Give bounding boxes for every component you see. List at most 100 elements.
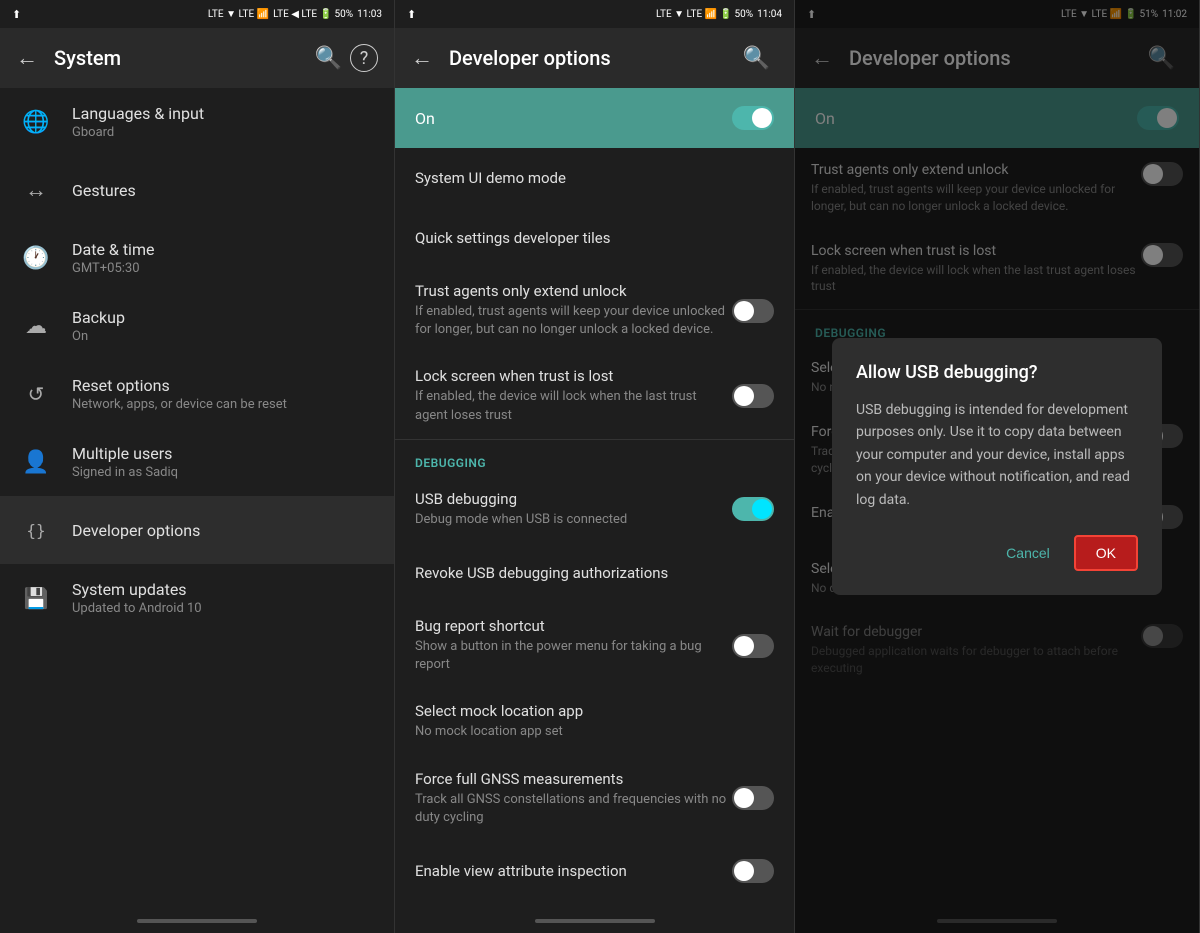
- battery-left: LTE ◀ LTE 🔋 50%: [273, 9, 353, 20]
- search-icon-left[interactable]: 🔍: [307, 38, 350, 79]
- section-header-debugging: DEBUGGING: [395, 440, 794, 476]
- settings-label-bug-report: Bug report shortcut: [415, 617, 732, 635]
- nav-label-gestures: Gestures: [72, 181, 136, 200]
- backup-icon: ☁: [16, 306, 56, 346]
- home-indicator-mid: [395, 909, 794, 933]
- network-icons-left: LTE ▼ LTE 📶: [208, 9, 269, 20]
- nav-item-languages[interactable]: 🌐 Languages & input Gboard: [0, 88, 394, 156]
- nav-item-datetime[interactable]: 🕐 Date & time GMT+05:30: [0, 224, 394, 292]
- settings-label-lockscreen: Lock screen when trust is lost: [415, 367, 732, 385]
- right-panel: ⬆ LTE ▼ LTE 📶 🔋 51% 11:02 ← Developer op…: [795, 0, 1200, 933]
- back-button-left[interactable]: ←: [16, 45, 38, 71]
- settings-item-revoke-usb[interactable]: Revoke USB debugging authorizations: [395, 543, 794, 603]
- settings-sublabel-usb-debug: Debug mode when USB is connected: [415, 511, 732, 529]
- nav-list: 🌐 Languages & input Gboard ↔ Gestures 🕐 …: [0, 88, 394, 909]
- clock-icon: 🕐: [16, 238, 56, 278]
- home-indicator-left: [0, 909, 394, 933]
- settings-item-view-attr[interactable]: Enable view attribute inspection: [395, 841, 794, 901]
- time-mid: 11:04: [757, 9, 782, 20]
- developer-toggle[interactable]: [732, 106, 774, 130]
- toggle-gnss[interactable]: [732, 786, 774, 810]
- help-icon-left[interactable]: ?: [350, 44, 378, 72]
- nav-label-updates: System updates: [72, 580, 202, 599]
- nav-sublabel-updates: Updated to Android 10: [72, 601, 202, 616]
- settings-sublabel-trust-extend: If enabled, trust agents will keep your …: [415, 303, 732, 339]
- settings-item-gnss[interactable]: Force full GNSS measurements Track all G…: [395, 756, 794, 841]
- nav-label-developer: Developer options: [72, 521, 200, 540]
- settings-item-lockscreen[interactable]: Lock screen when trust is lost If enable…: [395, 353, 794, 438]
- status-bar-mid: ⬆ LTE ▼ LTE 📶 🔋 50% 11:04: [395, 0, 794, 28]
- settings-sublabel-mock-location: No mock location app set: [415, 723, 774, 741]
- nav-sublabel-backup: On: [72, 329, 125, 344]
- gestures-icon: ↔: [16, 170, 56, 210]
- back-button-mid[interactable]: ←: [411, 45, 433, 71]
- toggle-usb-debug[interactable]: [732, 497, 774, 521]
- status-mid-icon: ⬆: [407, 8, 416, 21]
- middle-settings-list: System UI demo mode Quick settings devel…: [395, 148, 794, 909]
- globe-icon: 🌐: [16, 102, 56, 142]
- nav-sublabel-languages: Gboard: [72, 125, 204, 140]
- nav-item-multiuser[interactable]: 👤 Multiple users Signed in as Sadiq: [0, 428, 394, 496]
- settings-item-bug-report[interactable]: Bug report shortcut Show a button in the…: [395, 603, 794, 688]
- settings-item-usb-debug[interactable]: USB debugging Debug mode when USB is con…: [395, 476, 794, 543]
- toggle-trust-extend[interactable]: [732, 299, 774, 323]
- dialog-cancel-button[interactable]: Cancel: [990, 535, 1066, 571]
- settings-item-mock-location[interactable]: Select mock location app No mock locatio…: [395, 688, 794, 755]
- toolbar-left: ← System 🔍 ?: [0, 28, 394, 88]
- settings-item-trust-extend[interactable]: Trust agents only extend unlock If enabl…: [395, 268, 794, 353]
- nav-item-reset[interactable]: ↺ Reset options Network, apps, or device…: [0, 360, 394, 428]
- developer-on-label: On: [415, 109, 732, 128]
- usb-debug-dialog: Allow USB debugging? USB debugging is in…: [832, 338, 1162, 595]
- nav-item-updates[interactable]: 💾 System updates Updated to Android 10: [0, 564, 394, 632]
- nav-label-reset: Reset options: [72, 376, 287, 395]
- toggle-lockscreen[interactable]: [732, 384, 774, 408]
- toolbar-mid: ← Developer options 🔍: [395, 28, 794, 88]
- settings-label-revoke-usb: Revoke USB debugging authorizations: [415, 564, 774, 582]
- toggle-bug-report[interactable]: [732, 634, 774, 658]
- nav-label-multiuser: Multiple users: [72, 444, 178, 463]
- settings-sublabel-lockscreen: If enabled, the device will lock when th…: [415, 388, 732, 424]
- nav-label-backup: Backup: [72, 308, 125, 327]
- nav-label-datetime: Date & time: [72, 240, 154, 259]
- toggle-thumb: [752, 108, 772, 128]
- nav-label-languages: Languages & input: [72, 104, 204, 123]
- reset-icon: ↺: [16, 374, 56, 414]
- home-bar-mid: [535, 919, 655, 923]
- status-bar-left: ⬆ LTE ▼ LTE 📶 LTE ◀ LTE 🔋 50% 11:03: [0, 0, 394, 28]
- dialog-buttons: Cancel OK: [856, 535, 1138, 571]
- settings-label-uidemo: System UI demo mode: [415, 169, 774, 187]
- dialog-body: USB debugging is intended for developmen…: [856, 399, 1138, 511]
- nav-sublabel-reset: Network, apps, or device can be reset: [72, 397, 287, 412]
- settings-sublabel-gnss: Track all GNSS constellations and freque…: [415, 791, 732, 827]
- status-icons-left: LTE ▼ LTE 📶 LTE ◀ LTE 🔋 50% 11:03: [208, 9, 382, 20]
- settings-label-view-attr: Enable view attribute inspection: [415, 862, 732, 880]
- network-icons-mid: LTE ▼ LTE 📶 🔋 50%: [656, 9, 753, 20]
- settings-label-gnss: Force full GNSS measurements: [415, 770, 732, 788]
- settings-label-trust-extend: Trust agents only extend unlock: [415, 282, 732, 300]
- status-left-icon: ⬆: [12, 8, 21, 21]
- settings-item-uidemo[interactable]: System UI demo mode: [395, 148, 794, 208]
- nav-sublabel-datetime: GMT+05:30: [72, 261, 154, 276]
- left-panel: ⬆ LTE ▼ LTE 📶 LTE ◀ LTE 🔋 50% 11:03 ← Sy…: [0, 0, 395, 933]
- settings-label-usb-debug: USB debugging: [415, 490, 732, 508]
- nav-sublabel-multiuser: Signed in as Sadiq: [72, 465, 178, 480]
- middle-panel: ⬆ LTE ▼ LTE 📶 🔋 50% 11:04 ← Developer op…: [395, 0, 795, 933]
- nav-item-gestures[interactable]: ↔ Gestures: [0, 156, 394, 224]
- nav-item-backup[interactable]: ☁ Backup On: [0, 292, 394, 360]
- time-left: 11:03: [357, 9, 382, 20]
- settings-sublabel-bug-report: Show a button in the power menu for taki…: [415, 638, 732, 674]
- dialog-ok-button[interactable]: OK: [1074, 535, 1138, 571]
- developer-on-bar: On: [395, 88, 794, 148]
- status-icons-mid: LTE ▼ LTE 📶 🔋 50% 11:04: [656, 9, 782, 20]
- nav-item-developer[interactable]: {} Developer options: [0, 496, 394, 564]
- updates-icon: 💾: [16, 578, 56, 618]
- developer-icon: {}: [16, 510, 56, 550]
- home-bar-left: [137, 919, 257, 923]
- page-title-mid: Developer options: [449, 46, 735, 70]
- settings-item-qstiles[interactable]: Quick settings developer tiles: [395, 208, 794, 268]
- dialog-title: Allow USB debugging?: [856, 362, 1138, 383]
- users-icon: 👤: [16, 442, 56, 482]
- search-icon-mid[interactable]: 🔍: [735, 38, 778, 79]
- settings-label-mock-location: Select mock location app: [415, 702, 774, 720]
- toggle-view-attr[interactable]: [732, 859, 774, 883]
